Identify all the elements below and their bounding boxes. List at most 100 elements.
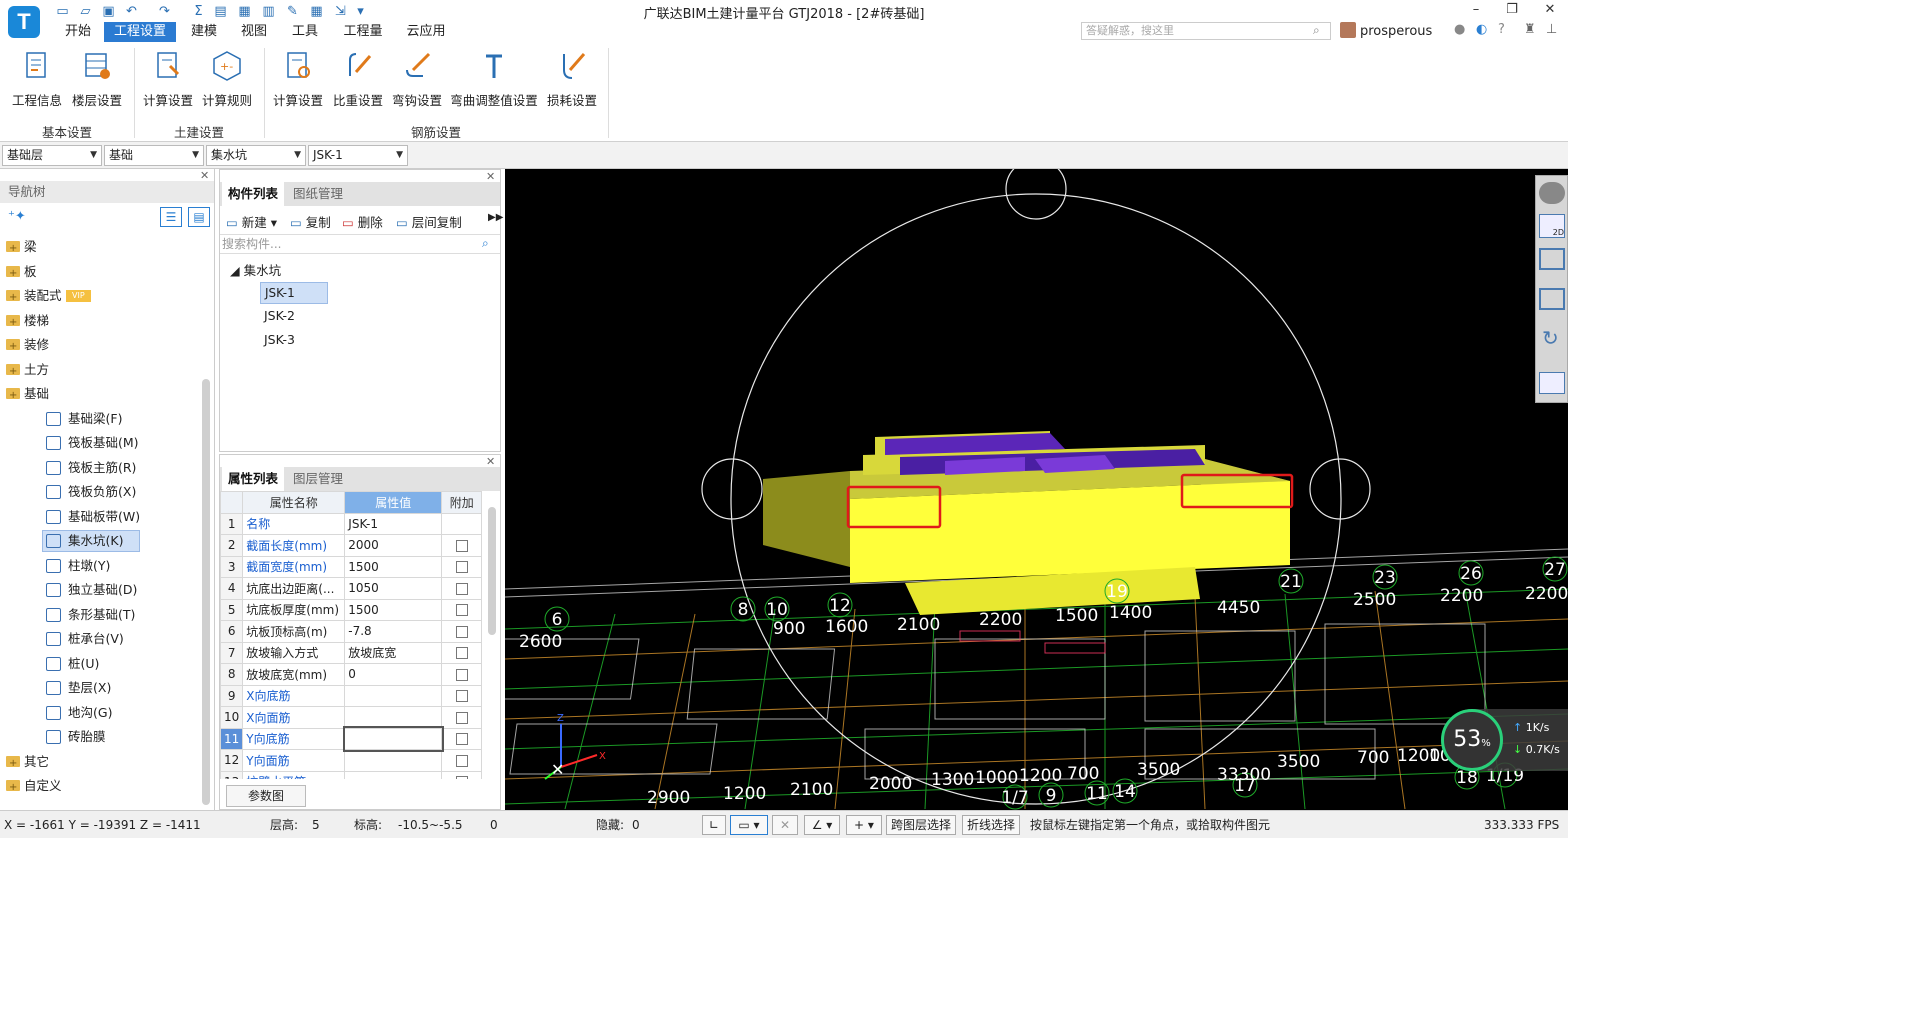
help-search-input[interactable]: 答疑解惑，搜这里 [1081, 22, 1331, 40]
3d-viewport[interactable]: Z X ✕ 6 8 10 12 19 21 23 26 27 17 9 11 14 1/7 18 1/19 2… [505, 169, 1568, 810]
user-name[interactable]: prosperous [1360, 24, 1432, 39]
chat-icon[interactable]: ● [1454, 22, 1465, 37]
grid-view-icon[interactable]: ▤ [188, 207, 210, 227]
list-item[interactable]: JSK-3 [264, 332, 295, 347]
nav-item-child[interactable]: 独立基础(D) [0, 578, 200, 602]
help-icon[interactable]: ? [1498, 22, 1505, 37]
nav-item-folder[interactable]: 装配式 VIP [0, 284, 200, 310]
list-item[interactable]: JSK-1 [260, 282, 328, 304]
close-button[interactable]: ✕ [1538, 2, 1562, 20]
property-scrollbar[interactable] [488, 507, 496, 635]
component-select[interactable]: JSK-1 ▼ [308, 145, 408, 166]
table-row[interactable]: 6 坑板顶标高(m) -7.8 [220, 620, 483, 643]
tab-component-list[interactable]: 构件列表 [222, 182, 284, 206]
shirt-icon[interactable]: ♜ [1524, 22, 1536, 37]
nav-item-folder[interactable]: 楼梯 [0, 309, 200, 335]
attach-checkbox[interactable] [455, 561, 468, 574]
nav-item-folder[interactable]: 基础 [0, 382, 200, 408]
nav-item-child[interactable]: 桩(U) [0, 652, 200, 676]
rebar-calc-settings-button[interactable]: 计算设置 [270, 44, 326, 122]
table-view-icon[interactable] [1539, 372, 1565, 394]
param-diagram-button[interactable]: 参数图 [226, 785, 306, 807]
table-row[interactable]: 12 Y向面筋 [220, 749, 483, 772]
table-row[interactable]: 7 放坡输入方式 放坡底宽 [220, 641, 483, 664]
cross-select-icon[interactable]: ✕ [772, 815, 798, 835]
pin-icon[interactable]: ⊥ [1546, 22, 1557, 37]
attach-checkbox[interactable] [455, 647, 468, 660]
component-search-input[interactable]: 搜索构件... [220, 234, 500, 254]
nav-item-child[interactable]: 地沟(G) [0, 701, 200, 725]
attach-checkbox[interactable] [455, 690, 468, 703]
attach-checkbox[interactable] [455, 733, 468, 746]
search-icon[interactable]: ⌕ [1313, 23, 1320, 38]
copy-between-floors-button[interactable]: ▭ 层间复制 [396, 212, 462, 231]
nav-item-child[interactable]: 筏板主筋(R) [0, 456, 200, 480]
attach-checkbox[interactable] [455, 625, 468, 638]
cube-icon[interactable] [1539, 288, 1565, 310]
nav-item-child[interactable]: 基础板带(W) [0, 505, 200, 529]
property-value[interactable]: JSK-1 [344, 512, 443, 535]
table-row[interactable]: 5 坑底板厚度(mm) 1500 [220, 598, 483, 621]
tab-property-list[interactable]: 属性列表 [222, 467, 284, 491]
tab-project-settings[interactable]: 工程设置 [104, 22, 176, 42]
tab-tools[interactable]: 工具 [283, 22, 327, 42]
property-value[interactable] [344, 749, 443, 772]
copy-button[interactable]: ▭ 复制 [290, 212, 331, 231]
attach-checkbox[interactable] [455, 668, 468, 681]
nav-item-child[interactable]: 筏板基础(M) [0, 431, 200, 455]
property-value[interactable]: 0 [344, 663, 443, 686]
2d-view-icon[interactable]: 2D [1539, 214, 1565, 238]
property-value[interactable] [342, 726, 444, 752]
more-icon[interactable]: ▶▶ [488, 212, 503, 223]
nav-item-child[interactable]: 柱墩(Y) [0, 554, 200, 578]
search-icon[interactable]: ⌕ [482, 236, 489, 251]
tab-start[interactable]: 开始 [58, 22, 98, 42]
property-value[interactable] [344, 770, 443, 779]
nav-item-folder[interactable]: 自定义 [0, 774, 200, 800]
delete-button[interactable]: ▭ 删除 [342, 212, 383, 231]
table-row[interactable]: 13坑壁水平筋 [220, 770, 483, 779]
nav-item-child[interactable]: 筏板负筋(X) [0, 480, 200, 504]
property-value[interactable]: 放坡底宽 [344, 641, 443, 664]
select-box-icon[interactable]: ▭ ▾ [730, 815, 768, 835]
attach-checkbox[interactable] [455, 754, 468, 767]
property-value[interactable]: 2000 [344, 534, 443, 557]
component-type-select[interactable]: 集水坑 ▼ [206, 145, 306, 166]
property-value[interactable]: 1500 [344, 598, 443, 621]
attach-checkbox[interactable] [455, 539, 468, 552]
attach-checkbox[interactable] [455, 604, 468, 617]
hook-settings-button[interactable]: 弯钩设置 [389, 44, 445, 122]
attach-checkbox[interactable] [455, 582, 468, 595]
project-info-button[interactable]: 工程信息 [8, 44, 66, 122]
property-value[interactable] [344, 706, 443, 729]
rotate-icon[interactable]: ↻ [1542, 326, 1559, 350]
tree-root[interactable]: ◢ 集水坑 [230, 260, 281, 279]
cross-layer-select-button[interactable]: 跨图层选择 [886, 815, 957, 835]
support-icon[interactable]: ◐ [1476, 22, 1487, 37]
nav-item-child[interactable]: 基础梁(F) [0, 407, 200, 431]
list-item[interactable]: JSK-2 [264, 308, 295, 323]
nav-item-folder[interactable]: 梁 [0, 235, 200, 261]
weight-settings-button[interactable]: 比重设置 [330, 44, 386, 122]
nav-item-child[interactable]: 垫层(X) [0, 676, 200, 700]
polyline-select-button[interactable]: 折线选择 [962, 815, 1021, 835]
tab-view[interactable]: 视图 [232, 22, 276, 42]
table-row[interactable]: 9 X向底筋 [220, 684, 483, 707]
list-view-icon[interactable]: ☰ [160, 207, 182, 227]
new-button[interactable]: ▭ 新建 ▾ [226, 212, 277, 231]
category-select[interactable]: 基础 ▼ [104, 145, 204, 166]
table-row[interactable]: 2 截面长度(mm) 2000 [220, 534, 483, 557]
nav-item-child[interactable]: 集水坑(K) [0, 529, 200, 553]
nav-item-child[interactable]: 砖胎膜 [0, 725, 200, 749]
civil-calc-settings-button[interactable]: 计算设置 [140, 44, 196, 122]
property-value[interactable]: -7.8 [344, 620, 443, 643]
3d-scene[interactable]: Z X ✕ 6 8 10 1219 21 23 26 27179 11 141/718 1/19 2… [505, 169, 1568, 810]
property-value[interactable] [344, 684, 443, 707]
nav-item-folder[interactable]: 板 [0, 260, 200, 286]
globe-icon[interactable] [1539, 182, 1565, 204]
tab-layer-management[interactable]: 图层管理 [286, 467, 350, 491]
property-value[interactable]: 1500 [344, 555, 443, 578]
floor-settings-button[interactable]: 楼层设置 [68, 44, 126, 122]
attach-checkbox[interactable] [455, 776, 468, 779]
floor-select[interactable]: 基础层 ▼ [2, 145, 102, 166]
